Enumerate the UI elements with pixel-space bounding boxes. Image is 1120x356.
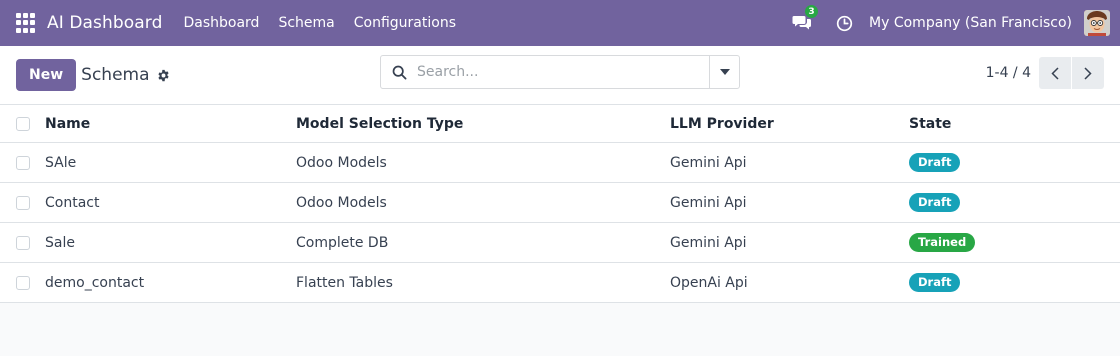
pager-value[interactable]: 1-4 / 4 xyxy=(986,65,1031,81)
new-button[interactable]: New xyxy=(16,59,77,91)
top-navbar: AI Dashboard Dashboard Schema Configurat… xyxy=(0,0,1120,46)
page-title: Schema xyxy=(81,65,150,85)
search-input[interactable] xyxy=(417,64,709,80)
pager-previous-button[interactable] xyxy=(1039,57,1071,89)
cell-llm-provider: Gemini Api xyxy=(670,234,747,251)
nav-link-configurations[interactable]: Configurations xyxy=(354,15,456,31)
avatar-icon xyxy=(1084,10,1110,36)
column-header-state[interactable]: State xyxy=(909,116,1120,132)
state-badge: Draft xyxy=(909,193,961,212)
table-row[interactable]: SAle Odoo Models Gemini Api Draft xyxy=(0,143,1120,183)
cell-model-selection-type: Odoo Models xyxy=(296,154,387,171)
activities-button[interactable] xyxy=(836,15,853,32)
chevron-left-icon xyxy=(1051,66,1059,80)
state-badge: Draft xyxy=(909,273,961,292)
state-badge: Trained xyxy=(909,233,976,252)
cell-name: Contact xyxy=(45,194,100,211)
cell-llm-provider: Gemini Api xyxy=(670,154,747,171)
cell-model-selection-type: Flatten Tables xyxy=(296,274,393,291)
cell-name: demo_contact xyxy=(45,274,145,291)
table-row[interactable]: Sale Complete DB Gemini Api Trained xyxy=(0,223,1120,263)
chat-count-badge: 3 xyxy=(804,4,820,19)
cell-model-selection-type: Odoo Models xyxy=(296,194,387,211)
row-checkbox[interactable] xyxy=(16,275,30,290)
caret-down-icon xyxy=(719,69,730,75)
table-row[interactable]: demo_contact Flatten Tables OpenAi Api D… xyxy=(0,263,1120,303)
user-avatar[interactable] xyxy=(1084,10,1110,36)
app-brand[interactable]: AI Dashboard xyxy=(47,13,162,33)
schema-list: Name Model Selection Type LLM Provider S… xyxy=(0,105,1120,303)
search-bar xyxy=(380,55,740,89)
column-header-name[interactable]: Name xyxy=(45,116,296,132)
cell-model-selection-type: Complete DB xyxy=(296,234,389,251)
control-panel: New Schema 1-4 / 4 xyxy=(0,46,1120,105)
table-row[interactable]: Contact Odoo Models Gemini Api Draft xyxy=(0,183,1120,223)
messages-button[interactable]: 3 xyxy=(792,4,820,32)
row-checkbox[interactable] xyxy=(16,155,30,170)
cell-name: Sale xyxy=(45,234,75,251)
select-all-checkbox[interactable] xyxy=(16,116,30,131)
column-header-model-selection-type[interactable]: Model Selection Type xyxy=(296,116,670,132)
cell-llm-provider: OpenAi Api xyxy=(670,274,748,291)
table-header: Name Model Selection Type LLM Provider S… xyxy=(0,105,1120,143)
gear-icon[interactable] xyxy=(157,69,170,82)
clock-icon xyxy=(836,15,853,31)
chevron-right-icon xyxy=(1084,66,1092,80)
company-switcher[interactable]: My Company (San Francisco) xyxy=(869,15,1072,31)
pager-next-button[interactable] xyxy=(1072,57,1104,89)
nav-link-schema[interactable]: Schema xyxy=(278,15,334,31)
search-icon xyxy=(381,65,417,80)
row-checkbox[interactable] xyxy=(16,235,30,250)
search-options-toggle[interactable] xyxy=(709,56,739,88)
state-badge: Draft xyxy=(909,153,961,172)
apps-menu-icon[interactable] xyxy=(16,13,36,33)
pager: 1-4 / 4 xyxy=(986,57,1104,89)
row-checkbox[interactable] xyxy=(16,195,30,210)
cell-llm-provider: Gemini Api xyxy=(670,194,747,211)
column-header-llm-provider[interactable]: LLM Provider xyxy=(670,116,909,132)
nav-link-dashboard[interactable]: Dashboard xyxy=(183,15,259,31)
cell-name: SAle xyxy=(45,154,77,171)
